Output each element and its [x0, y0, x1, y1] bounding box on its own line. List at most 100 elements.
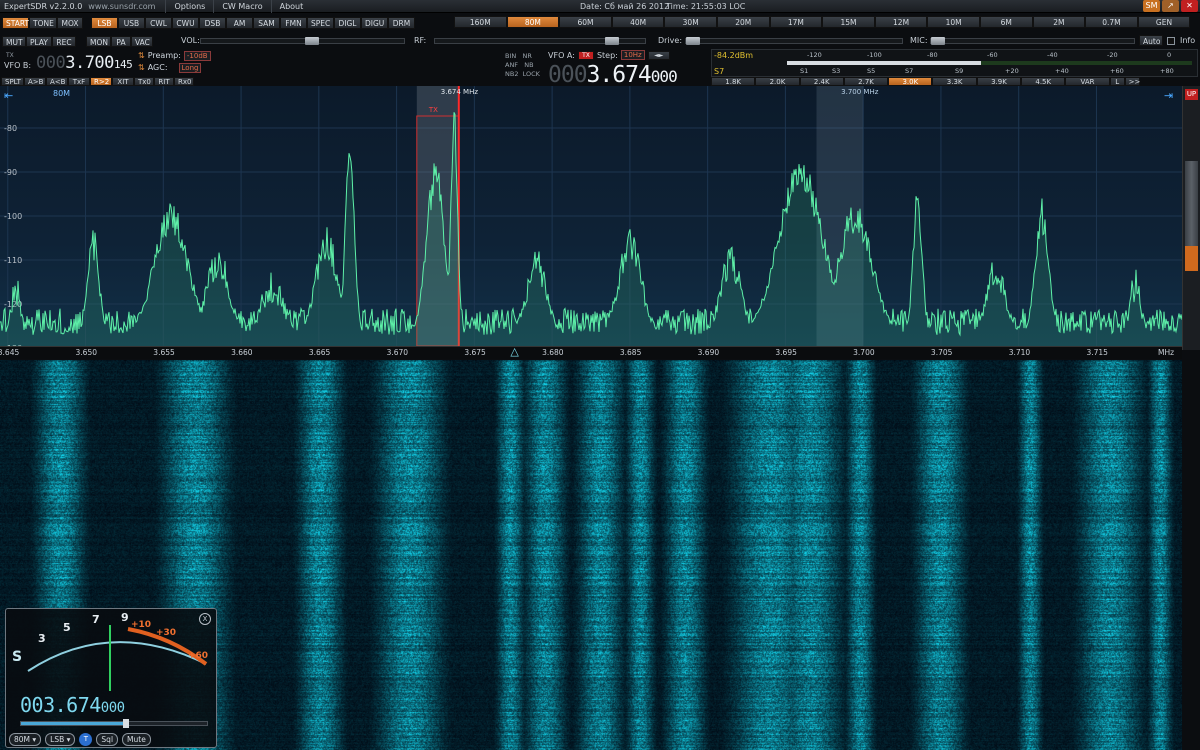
filter-var[interactable]: VAR [1065, 77, 1110, 86]
mode-cwu[interactable]: CWU [172, 17, 199, 29]
menu-options[interactable]: Options [165, 0, 213, 13]
vfo-a-tx-badge[interactable]: TX [577, 50, 594, 60]
filter---[interactable]: >> [1124, 77, 1140, 86]
band-12m[interactable]: 12M [874, 16, 928, 28]
mini-slider-knob[interactable] [123, 719, 130, 728]
band-15m[interactable]: 15M [822, 16, 875, 28]
band-17m[interactable]: 17M [769, 16, 823, 28]
drive-slider[interactable] [685, 37, 903, 45]
mode-fmn[interactable]: FMN [280, 17, 307, 29]
filter-2-0k[interactable]: 2.0K [755, 77, 800, 86]
info-checkbox[interactable] [1167, 37, 1175, 45]
mini-sql-button[interactable]: Sql [96, 733, 119, 746]
band-10m[interactable]: 10M [927, 16, 980, 28]
nr-indicator[interactable]: NR [522, 52, 531, 60]
filter-4-5k[interactable]: 4.5K [1021, 77, 1066, 86]
menu-about[interactable]: About [270, 0, 312, 13]
vac-button[interactable]: VAC [131, 35, 153, 47]
vol-knob[interactable] [305, 37, 319, 45]
maximize-button[interactable]: ↗ [1162, 0, 1179, 12]
step-arrows[interactable]: ◄► [647, 50, 670, 60]
mode-spec[interactable]: SPEC [307, 17, 334, 29]
filter-3-0k[interactable]: 3.0K [888, 77, 933, 86]
agc-select[interactable]: Long [178, 62, 202, 73]
mode-digl[interactable]: DIGL [334, 17, 361, 29]
split-button[interactable]: SPLT [1, 76, 24, 86]
mute-button[interactable]: MUT [2, 35, 26, 47]
mic-knob[interactable] [931, 37, 945, 45]
filter-1-8k[interactable]: 1.8K [711, 77, 756, 86]
tone-button[interactable]: TONE [29, 17, 57, 29]
band-gen[interactable]: GEN [1137, 16, 1191, 28]
band-left-arrow-icon[interactable]: ⇤ [4, 89, 13, 102]
filter-2-4k[interactable]: 2.4K [799, 77, 844, 86]
xit-button[interactable]: XIT [112, 76, 134, 86]
band-6m[interactable]: 6M [979, 16, 1033, 28]
close-button[interactable]: ✕ [1181, 0, 1198, 12]
preamp-select[interactable]: -10dB [183, 50, 211, 61]
vol-slider[interactable] [200, 37, 405, 45]
mode-usb[interactable]: USB [118, 17, 145, 29]
mini-mode-select[interactable]: LSB ▾ [45, 733, 76, 746]
mini-mute-button[interactable]: Mute [122, 733, 151, 746]
band-160m[interactable]: 160M [454, 16, 507, 28]
mini-slider[interactable] [20, 719, 208, 728]
mini-t-button[interactable]: T [79, 733, 93, 746]
start-button[interactable]: START [2, 17, 29, 29]
mode-cwl[interactable]: CWL [145, 17, 172, 29]
filter-2-7k[interactable]: 2.7K [843, 77, 889, 86]
nb-indicator[interactable]: NB [524, 61, 533, 69]
mode-dsb[interactable]: DSB [199, 17, 226, 29]
r2-button[interactable]: R>2 [90, 76, 112, 86]
txf-button[interactable]: TxF [68, 76, 90, 86]
menu-cw-macro[interactable]: CW Macro [213, 0, 270, 13]
center-marker-icon[interactable]: △ [510, 345, 518, 358]
filter-l[interactable]: L [1109, 77, 1125, 86]
auto-button[interactable]: Auto [1139, 35, 1163, 46]
step-select[interactable]: 10Hz [620, 50, 645, 60]
lock-indicator[interactable]: LOCK [523, 70, 540, 78]
mode-am[interactable]: AM [226, 17, 253, 29]
band-80m[interactable]: 80M [506, 16, 560, 28]
mini-close-button[interactable]: X [199, 613, 211, 625]
scroll-up-button[interactable]: UP [1185, 89, 1198, 100]
mode-sam[interactable]: SAM [253, 17, 280, 29]
drive-knob[interactable] [686, 37, 700, 45]
rf-slider[interactable] [434, 37, 646, 45]
rx0-button[interactable]: Rx0 [174, 76, 194, 86]
band-right-arrow-icon[interactable]: ⇥ [1164, 89, 1173, 102]
a-to-b-button[interactable]: A>B [24, 76, 46, 86]
band-2m[interactable]: 2M [1032, 16, 1086, 28]
mode-lsb[interactable]: LSB [91, 17, 118, 29]
sm-button[interactable]: SM [1143, 0, 1160, 12]
mic-slider[interactable] [930, 37, 1135, 45]
band-60m[interactable]: 60M [559, 16, 612, 28]
play-button[interactable]: PLAY [26, 35, 52, 47]
scroll-thumb-marker[interactable] [1185, 246, 1198, 271]
mon-button[interactable]: MON [86, 35, 111, 47]
filter-3-9k[interactable]: 3.9K [976, 77, 1022, 86]
mox-button[interactable]: MOX [57, 17, 83, 29]
spectrum-panel[interactable]: -80-90-100-110-120-1303.674 MHzTX3.700 M… [0, 86, 1182, 346]
mode-digu[interactable]: DIGU [361, 17, 388, 29]
mini-band-select[interactable]: 80M ▾ [9, 733, 42, 746]
rec-button[interactable]: REC [52, 35, 76, 47]
mode-drm[interactable]: DRM [388, 17, 415, 29]
b-to-a-button[interactable]: A<B [46, 76, 68, 86]
anf-indicator[interactable]: ANF [505, 61, 518, 69]
band-40m[interactable]: 40M [611, 16, 665, 28]
vfo-b-frequency[interactable]: 0003.700145 [36, 53, 133, 73]
step-up-icon[interactable]: ► [659, 52, 664, 59]
band-20m[interactable]: 20M [716, 16, 770, 28]
nb2-indicator[interactable]: NB2 [505, 70, 518, 78]
band-30m[interactable]: 30M [664, 16, 717, 28]
tx0-button[interactable]: Tx0 [134, 76, 154, 86]
filter-3-3k[interactable]: 3.3K [932, 77, 977, 86]
rit-button[interactable]: RIT [154, 76, 174, 86]
rf-knob[interactable] [605, 37, 619, 45]
bin-indicator[interactable]: BIN [505, 52, 516, 60]
band-0-7m[interactable]: 0.7M [1085, 16, 1138, 28]
pa-button[interactable]: PA [111, 35, 131, 47]
spectrum-scrollbar[interactable]: UP [1182, 86, 1200, 350]
vfo-a-frequency[interactable]: 0003.674000 [548, 62, 678, 88]
